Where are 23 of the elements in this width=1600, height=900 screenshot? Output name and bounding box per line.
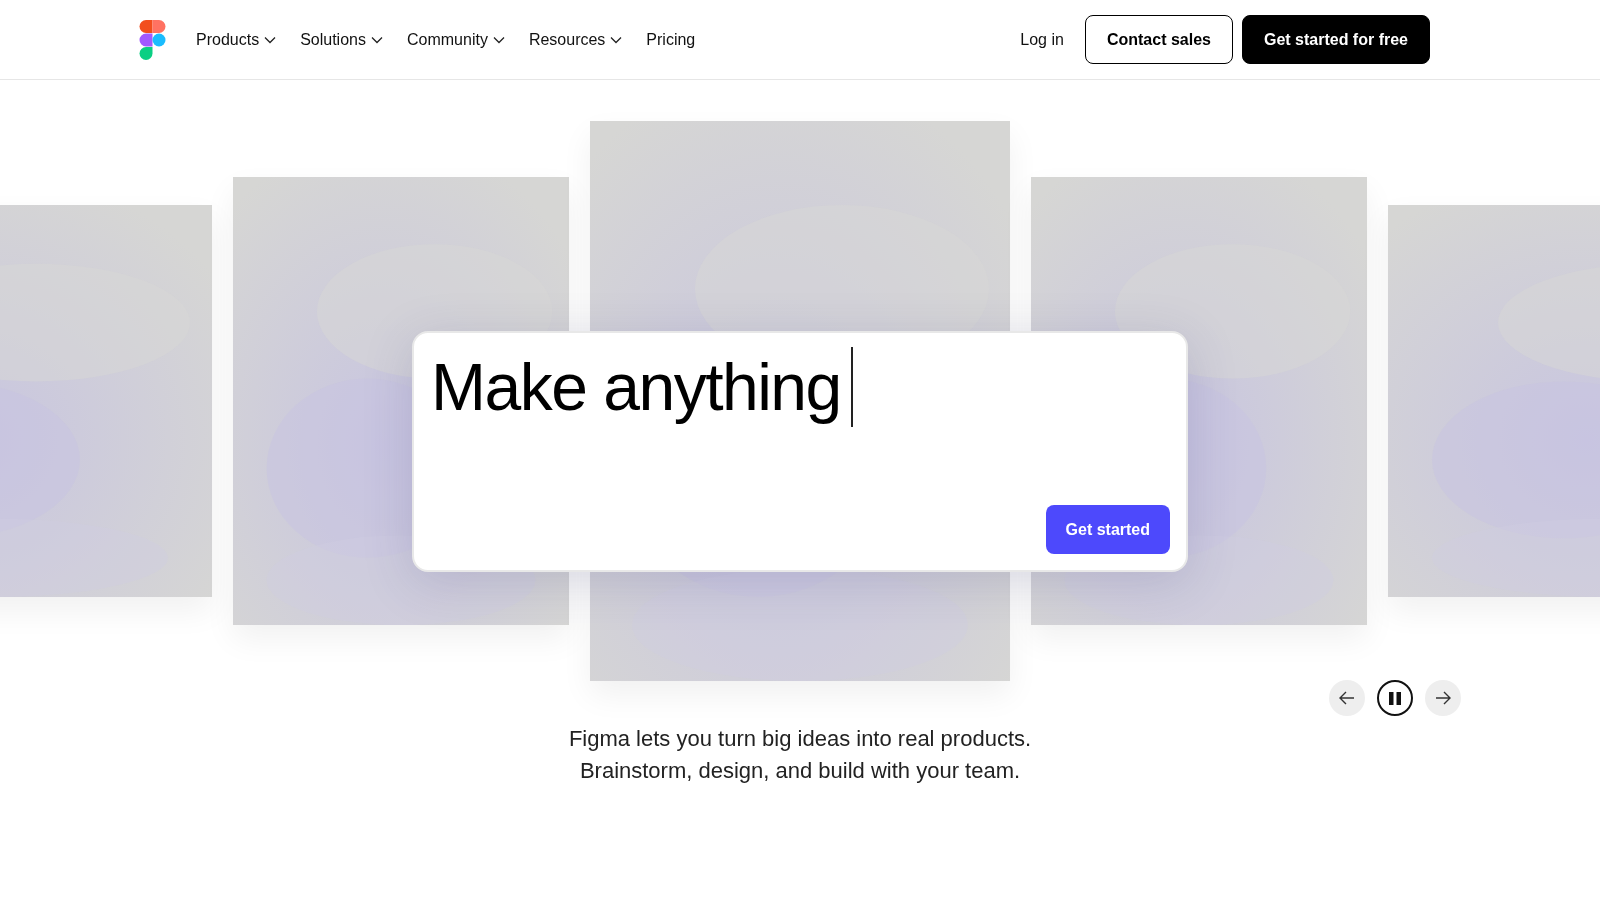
chevron-down-icon xyxy=(370,35,383,44)
logo-icon[interactable] xyxy=(139,19,166,60)
chevron-down-icon xyxy=(264,35,277,44)
nav-link[interactable]: Pricing xyxy=(646,30,696,49)
nav-link[interactable]: Community xyxy=(406,30,505,49)
pause-button[interactable] xyxy=(1377,680,1413,716)
get-started-free-button[interactable]: Get started for free xyxy=(1241,15,1430,64)
arrow-left-icon xyxy=(1339,691,1355,705)
arrow-right-icon xyxy=(1435,691,1451,705)
login-link[interactable]: Log in xyxy=(1020,30,1064,49)
chevron-down-icon xyxy=(492,35,505,44)
chevron-down-icon xyxy=(610,35,623,44)
previous-button[interactable] xyxy=(1329,680,1365,716)
pause-icon xyxy=(1389,691,1401,705)
contact-sales-button[interactable]: Contact sales xyxy=(1084,15,1233,64)
nav-link[interactable]: Resources xyxy=(528,30,623,49)
prompt-text: Make anything xyxy=(431,350,841,424)
tagline-text: Figma lets you turn big ideas into real products. xyxy=(568,726,1032,752)
nav-link[interactable]: Solutions xyxy=(300,30,383,49)
next-button[interactable] xyxy=(1425,680,1461,716)
nav-link[interactable]: Products xyxy=(196,30,277,49)
tagline-text: Brainstorm, design, and build with your team. xyxy=(579,758,1021,784)
get-started-button[interactable]: Get started xyxy=(1045,505,1170,554)
